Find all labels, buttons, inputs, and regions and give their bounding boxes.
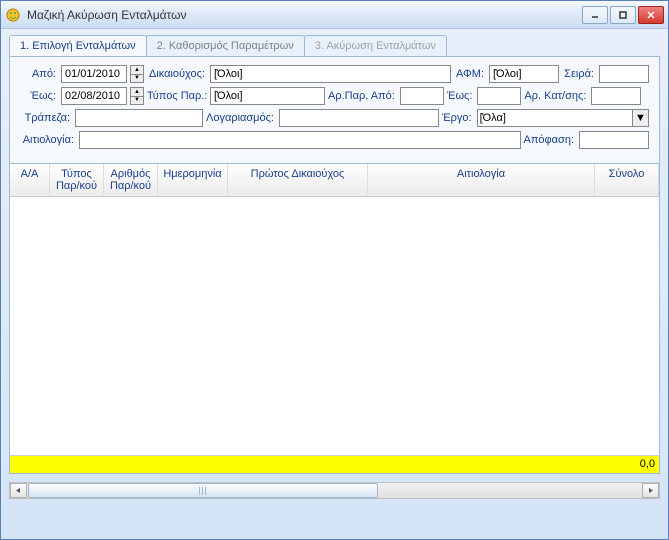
results-table: Α/Α Τύπος Παρ/κού Αριθμός Παρ/κού Ημερομ…	[10, 163, 659, 473]
reg-no-input[interactable]	[591, 87, 641, 105]
spin-down-icon[interactable]: ▼	[131, 74, 143, 83]
dropdown-icon[interactable]: ▼	[632, 110, 648, 126]
tab-strip: 1. Επιλογή Ενταλμάτων 2. Καθορισμός Παρα…	[1, 29, 668, 56]
to-label: Έως:	[20, 90, 58, 102]
app-window: Μαζική Ακύρωση Ενταλμάτων 1. Επιλογή Εντ…	[0, 0, 669, 540]
from-date-spinner[interactable]: ▲ ▼	[130, 65, 144, 83]
to2-label: Έως:	[447, 90, 475, 102]
decision-input[interactable]	[579, 131, 649, 149]
horizontal-scrollbar[interactable]	[9, 482, 660, 499]
col-date[interactable]: Ημερομηνία	[158, 164, 228, 196]
project-select-value: [Όλα]	[480, 112, 506, 124]
bank-label: Τράπεζα:	[20, 112, 72, 124]
minimize-button[interactable]	[582, 6, 608, 24]
col-type[interactable]: Τύπος Παρ/κού	[50, 164, 104, 196]
account-input[interactable]	[279, 109, 439, 127]
doc-no-from-input[interactable]	[400, 87, 444, 105]
window-title: Μαζική Ακύρωση Ενταλμάτων	[27, 8, 582, 22]
doc-no-to-input[interactable]	[477, 87, 521, 105]
tab-panel: Από: ▲ ▼ Δικαιούχος: ΑΦΜ: Σειρά: Έως: ▲ …	[9, 56, 660, 474]
spin-up-icon[interactable]: ▲	[131, 88, 143, 96]
doc-type-label: Τύπος Παρ.:	[147, 90, 207, 102]
app-icon	[5, 7, 21, 23]
to-date-spinner[interactable]: ▲ ▼	[130, 87, 144, 105]
titlebar: Μαζική Ακύρωση Ενταλμάτων	[1, 1, 668, 29]
beneficiary-label: Δικαιούχος:	[147, 68, 207, 80]
doc-no-from-label: Αρ.Παρ. Από:	[328, 90, 397, 102]
bank-input[interactable]	[75, 109, 203, 127]
col-first-beneficiary[interactable]: Πρώτος Δικαιούχος	[228, 164, 368, 196]
decision-label: Απόφαση:	[524, 134, 577, 146]
afm-label: ΑΦΜ:	[454, 68, 486, 80]
totals-bar: 0,0	[10, 455, 659, 473]
window-controls	[582, 6, 664, 24]
tab-cancel-orders: 3. Ακύρωση Ενταλμάτων	[304, 35, 447, 56]
tab-select-orders[interactable]: 1. Επιλογή Ενταλμάτων	[9, 35, 147, 56]
scroll-right-button[interactable]	[642, 483, 659, 498]
doc-type-input[interactable]	[210, 87, 325, 105]
maximize-button[interactable]	[610, 6, 636, 24]
reason-label: Αιτιολογία:	[20, 134, 76, 146]
project-select[interactable]: [Όλα] ▼	[477, 109, 649, 127]
col-reason[interactable]: Αιτιολογία	[368, 164, 595, 196]
project-label: Έργο:	[442, 112, 474, 124]
reg-no-label: Αρ. Κατ/σης:	[524, 90, 588, 102]
total-value: 0,0	[640, 458, 655, 470]
col-total[interactable]: Σύνολο	[595, 164, 659, 196]
filter-area: Από: ▲ ▼ Δικαιούχος: ΑΦΜ: Σειρά: Έως: ▲ …	[10, 57, 659, 163]
reason-input[interactable]	[79, 131, 521, 149]
series-label: Σειρά:	[562, 68, 596, 80]
spin-down-icon[interactable]: ▼	[131, 96, 143, 105]
scroll-left-button[interactable]	[10, 483, 27, 498]
to-date-input[interactable]	[61, 87, 127, 105]
close-button[interactable]	[638, 6, 664, 24]
tab-set-params[interactable]: 2. Καθορισμός Παραμέτρων	[146, 35, 305, 56]
series-input[interactable]	[599, 65, 649, 83]
table-header: Α/Α Τύπος Παρ/κού Αριθμός Παρ/κού Ημερομ…	[10, 164, 659, 197]
afm-input[interactable]	[489, 65, 559, 83]
beneficiary-input[interactable]	[210, 65, 451, 83]
spin-up-icon[interactable]: ▲	[131, 66, 143, 74]
from-date-input[interactable]	[61, 65, 127, 83]
account-label: Λογαριασμός:	[206, 112, 276, 124]
col-aa[interactable]: Α/Α	[10, 164, 50, 196]
col-number[interactable]: Αριθμός Παρ/κού	[104, 164, 158, 196]
table-body[interactable]	[10, 197, 659, 455]
scroll-thumb[interactable]	[28, 483, 378, 498]
from-label: Από:	[20, 68, 58, 80]
scroll-track[interactable]	[28, 483, 641, 498]
